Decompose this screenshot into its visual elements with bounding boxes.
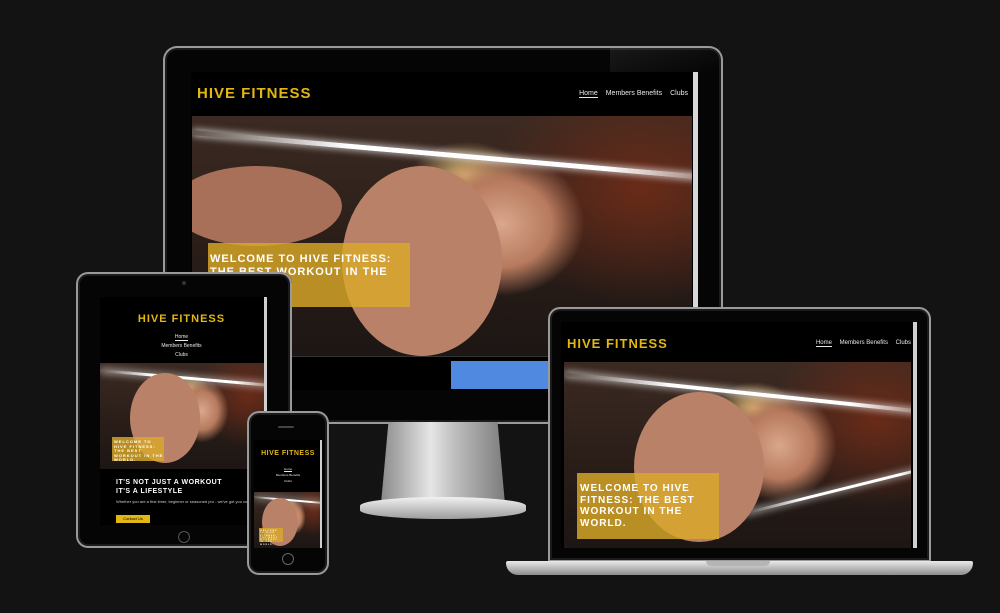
- nav-members-benefits[interactable]: Members Benefits: [100, 342, 263, 351]
- main-nav: Home Members Benefits Clubs: [254, 466, 322, 484]
- nav-home[interactable]: Home: [579, 90, 598, 98]
- nav-clubs[interactable]: Clubs: [254, 478, 322, 484]
- hero-image: WELCOME TO HIVE FITNESS: THE BEST WORKOU…: [564, 362, 911, 548]
- tablet-camera: [182, 281, 186, 285]
- main-nav: Home Members Benefits Clubs: [100, 333, 263, 360]
- hero-welcome-text: WELCOME TO HIVE FITNESS: THE BEST WORKOU…: [577, 473, 719, 539]
- main-nav: Home Members Benefits Clubs: [573, 90, 688, 98]
- nav-members-benefits[interactable]: Members Benefits: [606, 90, 662, 97]
- nav-clubs[interactable]: Clubs: [670, 90, 688, 97]
- phone-scrollbar[interactable]: [320, 440, 322, 548]
- hero-welcome-text: WELCOME TO HIVE FITNESS: THE BEST WORKOU…: [112, 437, 164, 463]
- laptop-scrollbar[interactable]: [913, 322, 917, 548]
- phone-screen: HIVE FITNESS Home Members Benefits Clubs…: [254, 440, 322, 548]
- tablet-screen: HIVE FITNESS Home Members Benefits Clubs…: [100, 297, 267, 525]
- site-logo[interactable]: HIVE FITNESS: [254, 450, 322, 457]
- site-logo[interactable]: HIVE FITNESS: [100, 313, 263, 325]
- hero-welcome-text: WELCOME TO HIVE FITNESS: THE BEST WORKOU…: [259, 528, 283, 546]
- contact-us-button[interactable]: Contact Us: [116, 515, 150, 523]
- nav-clubs[interactable]: Clubs: [100, 351, 263, 360]
- site-logo[interactable]: HIVE FITNESS: [567, 336, 668, 351]
- phone-home-button: [282, 553, 294, 565]
- tagline-subtext: Whether you are a first timer, beginner …: [116, 499, 259, 504]
- phone-speaker: [278, 426, 294, 428]
- laptop-screen: HIVE FITNESS Home Members Benefits Clubs…: [561, 322, 917, 548]
- nav-members-benefits[interactable]: Members Benefits: [840, 340, 888, 346]
- main-nav: Home Members Benefits Clubs: [810, 340, 911, 347]
- desktop-blue-block: [451, 361, 551, 389]
- tablet-home-button: [178, 531, 190, 543]
- hero-image: WELCOME TO HIVE FITNESS: THE BEST WORKOU…: [100, 363, 264, 469]
- monitor-base: [360, 497, 526, 519]
- nav-home[interactable]: Home: [815, 340, 832, 347]
- nav-home[interactable]: Home: [174, 334, 189, 341]
- nav-clubs[interactable]: Clubs: [896, 340, 911, 346]
- site-logo[interactable]: HIVE FITNESS: [197, 85, 312, 102]
- tagline: IT'S NOT JUST A WORKOUT IT'S A LIFESTYLE: [116, 479, 222, 495]
- monitor-stand: [381, 422, 505, 504]
- hero-image: WELCOME TO HIVE FITNESS: THE BEST WORKOU…: [254, 492, 320, 548]
